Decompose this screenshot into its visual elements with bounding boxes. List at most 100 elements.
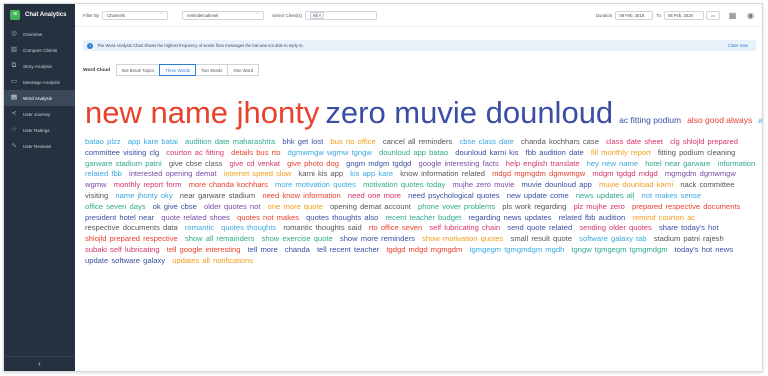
word-cloud-word: quote related shoes (161, 212, 230, 222)
tab-one-word[interactable]: One Word (227, 64, 259, 76)
word-cloud-word: hotel near garware (645, 158, 711, 168)
word-cloud-word: clg shlojld prepared (670, 137, 738, 146)
word-cloud-word: courton ac fitting (166, 147, 225, 157)
sidebar-item-user-ratings[interactable]: ☆ User Ratings (4, 122, 75, 138)
word-cloud-word: monthly report form (113, 180, 182, 190)
sidebar-item-user-reviews[interactable]: ∿ User Reviews (4, 138, 75, 154)
word-cloud-word: today's hot news (674, 244, 733, 254)
word-cloud-word: new name jhonty (85, 95, 320, 130)
word-cloud-word: tell more (247, 244, 278, 254)
sidebar-item-word-analysis[interactable]: ▤ Word Analysis (4, 90, 75, 106)
word-cloud-word: send quote related (507, 223, 573, 233)
word-cloud-word: plz mujhe zero (573, 201, 625, 211)
word-cloud-word: show motivation quotes (422, 234, 504, 244)
word-cloud-word: pls work regarding (502, 201, 567, 211)
brand: ≡ Chat Analytics (4, 4, 75, 26)
word-cloud-word: president hotel near (85, 212, 155, 222)
word-cloud-word: mdgm tgdgd mdgd (592, 169, 658, 179)
word-cloud-word: show all remainders (184, 234, 255, 244)
tab-two-words[interactable]: Two Words (195, 64, 229, 76)
date-from-field[interactable]: 06 Feb, 2019 (615, 11, 654, 20)
share-icon: ≺ (11, 110, 17, 117)
channel-value: remindercahnnel (187, 12, 219, 18)
word-cloud-word: help english translate (505, 158, 580, 168)
word-cloud-word: app (758, 115, 763, 125)
word-cloud-word: information (717, 158, 756, 168)
word-cloud-toolbar: Word Cloud Bot Break Topics Three Words Tw… (83, 64, 259, 76)
sidebar-item-label: User Ratings (23, 127, 50, 133)
sidebar-item-user-journey[interactable]: ≺ User Journey (4, 106, 75, 122)
word-cloud-word: tgngw tgmgegm tgmgmdgm (571, 244, 668, 254)
sidebar-item-label: Story Analysis (23, 63, 52, 69)
word-cloud-word: dgmwmgw wgmw tgngw (287, 147, 372, 157)
word-cloud-word: self lubricating chain (429, 223, 501, 233)
word-cloud-word: cancel all reminders (382, 137, 453, 146)
tab-three-words[interactable]: Three Words (159, 64, 197, 76)
word-cloud-word: related fbb (85, 169, 122, 179)
calendar-icon[interactable]: ▭ (706, 11, 720, 20)
word-cloud-word: related fbb audition (558, 212, 626, 222)
word-cloud-word: give cbse class (168, 158, 223, 168)
word-cloud-words: batao plzz app kare batai audition date … (85, 137, 761, 267)
word-cloud-word: kis app kare (350, 169, 394, 179)
word-cloud-word: need one more (347, 190, 401, 200)
word-cloud-word: regarding news updates (468, 212, 552, 222)
word-cloud-word: more motivation quotes (275, 180, 356, 190)
word-cloud-word: software galaxy tab (579, 234, 647, 244)
date-to-field[interactable]: 06 Feb, 2019 (664, 11, 704, 20)
word-cloud-word: show more reminders (339, 234, 415, 244)
word-cloud-word: garware stadium patni (85, 158, 162, 168)
collapse-sidebar-button[interactable]: ‹ (4, 356, 75, 371)
word-cloud-word: give cd venkat (229, 158, 281, 168)
word-cloud-word: one more quote (267, 201, 323, 211)
word-cloud-word: chanda (284, 244, 310, 254)
word-cloud-word: show exercise quote (261, 234, 333, 244)
clients-label: Select Client(s) (272, 12, 302, 18)
word-cloud-word: audition date maharashtra (185, 137, 276, 146)
sidebar-item-story-analysis[interactable]: ⧉ Story Analysis (4, 58, 75, 74)
word-cloud-word: muvie dounloud app (521, 180, 592, 190)
filter-by-label: Filter By (83, 12, 100, 18)
tab-bot-break-topics[interactable]: Bot Break Topics (116, 64, 161, 76)
word-cloud-word: stadium patni rajesh (653, 234, 724, 244)
sidebar-item-message-analysis[interactable]: ▭ Message Analysis (4, 74, 75, 90)
word-cloud-word: small result quote (510, 234, 573, 244)
info-banner: i The Word Analysis Chart shows the high… (83, 40, 756, 51)
word-cloud-word: recent teacher budget (385, 212, 462, 222)
word-cloud-word: more chanda kochhars (188, 180, 268, 190)
word-cloud-word: fill monthly report (590, 147, 651, 157)
word-cloud-word: tell google interesting (166, 244, 241, 254)
word-cloud-word: give photo dog (287, 158, 339, 168)
word-cloud-word: hey new name (586, 158, 639, 168)
word-cloud-word: quotes thoughts (221, 223, 277, 233)
sidebar-item-label: Compare Clients (23, 47, 58, 53)
sidebar-item-compare-clients[interactable]: ▥ Compare Clients (4, 42, 75, 58)
word-cloud-word: zero muvie dounloud (325, 95, 614, 130)
clients-select[interactable]: All × (304, 10, 377, 20)
clients-chip[interactable]: All × (309, 11, 325, 19)
word-cloud-word: tgdgd mdgd mgmgdm (386, 244, 463, 254)
close-now-link[interactable]: Close Now (728, 43, 748, 48)
sidebar-item-overview[interactable]: ◎ Overview (4, 26, 75, 42)
eye-icon: ◎ (11, 30, 17, 37)
word-cloud-word: near garware stadium (179, 190, 256, 200)
filter-by-select[interactable]: Channels ﹀ (102, 10, 169, 20)
filter-bar: Filter By Channels ﹀ remindercahnnel ﹀ S… (75, 4, 762, 27)
word-cloud-word: fbb audition date (525, 147, 584, 157)
word-cloud-tabs: Bot Break Topics Three Words Two Words One … (116, 64, 259, 76)
word-cloud-word: dounloud karni kis (455, 147, 519, 157)
word-cloud-word: need psychological quotes (408, 190, 500, 200)
word-cloud-word: older quotes not (204, 201, 261, 211)
word-cloud-word: new update come (506, 190, 569, 200)
grid-icon[interactable]: ▦ (727, 10, 738, 21)
word-cloud-word: share today's hot (658, 223, 719, 233)
channel-select[interactable]: remindercahnnel ﹀ (182, 10, 265, 20)
info-icon: i (87, 42, 93, 49)
word-cloud-word: name jhonty oky (115, 190, 173, 200)
message-icon: ▭ (10, 78, 18, 85)
word-cloud-word: gngm mdgm tgdgd (346, 158, 412, 168)
word-cloud-word: also good always (687, 115, 753, 125)
app-title: Chat Analytics (25, 12, 67, 18)
word-cloud-word: know information related (400, 169, 485, 179)
user-icon[interactable]: ◉ (745, 10, 756, 21)
